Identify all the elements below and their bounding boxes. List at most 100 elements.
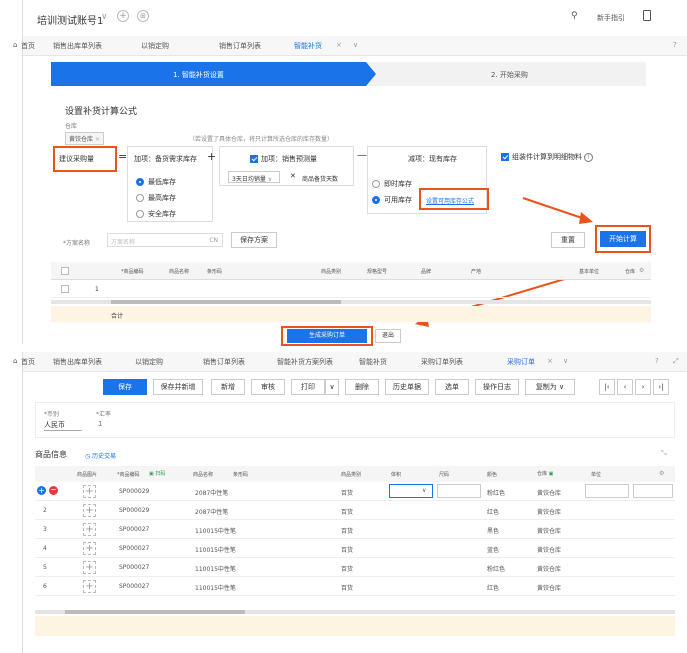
home-icon[interactable]: ⌂ bbox=[13, 357, 17, 365]
radio-max-stock[interactable]: 最高库存 bbox=[136, 193, 176, 203]
home-icon[interactable]: ⌂ bbox=[13, 41, 17, 49]
rate-value[interactable]: 1 bbox=[98, 420, 102, 428]
reset-button[interactable]: 重置 bbox=[551, 232, 585, 248]
select-source-button[interactable]: 选单 bbox=[435, 379, 469, 395]
first-page-icon[interactable]: |‹ bbox=[599, 379, 615, 395]
radio-icon[interactable] bbox=[136, 194, 144, 202]
checkbox-icon[interactable] bbox=[501, 153, 509, 161]
days-select[interactable]: 3天日均销量 ∨ bbox=[228, 171, 280, 183]
size-input[interactable] bbox=[437, 484, 481, 498]
info-icon[interactable]: ! bbox=[584, 152, 594, 162]
add-circle-icon[interactable]: + bbox=[117, 10, 129, 22]
save-scheme-button[interactable]: 保存方案 bbox=[231, 232, 277, 248]
chevron-down-icon[interactable]: ∨ bbox=[563, 357, 568, 365]
search-icon[interactable]: ⚲ bbox=[571, 11, 578, 21]
h-scrollbar[interactable] bbox=[35, 610, 675, 614]
cell-warehouse[interactable]: 黄饺仓库 bbox=[537, 507, 561, 516]
tab-smart-replenish[interactable]: 智能补货 bbox=[294, 41, 322, 51]
delete-button[interactable]: 删除 bbox=[345, 379, 379, 395]
tab-sales-out-list[interactable]: 销售出库单列表 bbox=[53, 357, 102, 367]
close-icon[interactable]: × bbox=[547, 357, 553, 365]
add-image-icon[interactable]: + bbox=[83, 485, 96, 498]
radio-min-stock[interactable]: 最低库存 bbox=[136, 177, 176, 187]
add-image-icon[interactable]: + bbox=[83, 523, 96, 536]
chevron-down-icon[interactable]: ∨ bbox=[353, 41, 358, 49]
scheme-name-input[interactable]: 方案名称 CN bbox=[107, 233, 223, 247]
chevron-down-icon[interactable]: ∨ bbox=[101, 12, 108, 22]
radio-icon[interactable] bbox=[136, 210, 144, 218]
prev-page-icon[interactable]: ‹ bbox=[617, 379, 633, 395]
save-button[interactable]: 保存 bbox=[103, 379, 147, 395]
audit-button[interactable]: 审核 bbox=[251, 379, 285, 395]
tab-po-list[interactable]: 采购订单列表 bbox=[421, 357, 463, 367]
table-row[interactable]: 5 + SP000027 110015中性笔 百货 粉红色 黄饺仓库 bbox=[35, 558, 675, 577]
tab-sales-out-list[interactable]: 销售出库单列表 bbox=[53, 41, 102, 51]
help-icon[interactable]: ? bbox=[673, 41, 677, 49]
scrollbar-thumb[interactable] bbox=[111, 300, 341, 304]
print-button[interactable]: 打印 bbox=[291, 379, 325, 395]
close-icon[interactable]: × bbox=[336, 41, 342, 49]
tab-sales-order-list[interactable]: 销售订单列表 bbox=[219, 41, 261, 51]
print-dropdown[interactable]: ∨ bbox=[325, 379, 339, 395]
volume-select[interactable]: ∨ bbox=[389, 484, 433, 498]
cell-code[interactable]: SP000027 bbox=[119, 545, 149, 552]
last-page-icon[interactable]: ›| bbox=[653, 379, 669, 395]
extra-input[interactable] bbox=[633, 484, 673, 498]
generate-po-button[interactable]: 生成采购订单 bbox=[287, 329, 367, 343]
phone-icon[interactable] bbox=[643, 10, 651, 21]
tab-replenish-scheme-list[interactable]: 智能补货方案列表 bbox=[277, 357, 333, 367]
tab-home[interactable]: 首页 bbox=[21, 357, 35, 367]
table-row[interactable]: 6 + SP000027 110015中性笔 百货 红色 黄饺仓库 bbox=[35, 577, 675, 596]
account-name[interactable]: 培训测试账号1 bbox=[37, 12, 103, 27]
warehouse-tag[interactable]: 黄饺仓库 × bbox=[65, 132, 104, 145]
gear-icon[interactable]: ⚙ bbox=[639, 267, 644, 274]
next-page-icon[interactable]: › bbox=[635, 379, 651, 395]
cell-warehouse[interactable]: 黄饺仓库 bbox=[537, 545, 561, 554]
close-icon[interactable]: × bbox=[95, 136, 100, 143]
tab-sales-to-purchase[interactable]: 以销定购 bbox=[141, 41, 169, 51]
start-calc-button[interactable]: 开始计算 bbox=[600, 231, 646, 247]
unit-input[interactable] bbox=[585, 484, 629, 498]
tab-home[interactable]: 首页 bbox=[21, 41, 35, 51]
oplog-button[interactable]: 操作日志 bbox=[475, 379, 519, 395]
help-icon[interactable]: ? bbox=[655, 357, 659, 365]
edit-icon[interactable]: ▣ bbox=[549, 471, 554, 477]
scan-link[interactable]: ▣ 扫码 bbox=[149, 470, 165, 477]
cell-warehouse[interactable]: 黄饺仓库 bbox=[537, 488, 561, 497]
add-row-icon[interactable]: + bbox=[37, 486, 46, 495]
combo-checkbox[interactable]: 组装件计算到明细物料 ! bbox=[501, 152, 594, 162]
cell-code[interactable]: SP000029 bbox=[119, 507, 149, 514]
tab-smart-replenish[interactable]: 智能补货 bbox=[359, 357, 387, 367]
expand-icon[interactable]: ⤢ bbox=[673, 357, 679, 366]
cell-code[interactable]: SP000029 bbox=[119, 488, 149, 495]
cell-warehouse[interactable]: 黄饺仓库 bbox=[537, 583, 561, 592]
table-row[interactable]: 2 + SP000029 2087中性笔 百货 红色 黄饺仓库 bbox=[35, 501, 675, 520]
copy-as-button[interactable]: 复制为 ∨ bbox=[525, 379, 575, 395]
history-button[interactable]: 历史单据 bbox=[385, 379, 429, 395]
table-row[interactable]: + − + SP000029 2087中性笔 百货 ∨ 粉红色 黄饺仓库 bbox=[35, 482, 675, 501]
tab-purchase-order[interactable]: 采购订单 bbox=[507, 357, 535, 367]
add-image-icon[interactable]: + bbox=[83, 504, 96, 517]
row-checkbox[interactable] bbox=[61, 285, 69, 293]
table-row[interactable]: 3 + SP000027 110015中性笔 百货 黑色 黄饺仓库 bbox=[35, 520, 675, 539]
help-link[interactable]: 新手指引 bbox=[597, 13, 625, 23]
checkbox-icon[interactable] bbox=[250, 155, 258, 163]
h-scrollbar[interactable] bbox=[51, 300, 651, 304]
save-new-button[interactable]: 保存并新增 bbox=[153, 379, 203, 395]
cell-code[interactable]: SP000027 bbox=[119, 564, 149, 571]
expand-icon[interactable]: ⤡ bbox=[661, 449, 667, 458]
add-image-icon[interactable]: + bbox=[83, 561, 96, 574]
radio-icon[interactable] bbox=[136, 178, 144, 186]
tab-sales-order-list[interactable]: 销售订单列表 bbox=[203, 357, 245, 367]
cell-warehouse[interactable]: 黄饺仓库 bbox=[537, 564, 561, 573]
new-button[interactable]: 新增 bbox=[211, 379, 245, 395]
tab-sales-to-purchase[interactable]: 以销定购 bbox=[135, 357, 163, 367]
exit-button[interactable]: 退出 bbox=[375, 329, 401, 343]
add-forecast-checkbox[interactable]: 加项：销售预测量 bbox=[250, 154, 317, 164]
cell-code[interactable]: SP000027 bbox=[119, 583, 149, 590]
cell-warehouse[interactable]: 黄饺仓库 bbox=[537, 526, 561, 535]
cell-code[interactable]: SP000027 bbox=[119, 526, 149, 533]
grid-icon[interactable]: ⊞ bbox=[137, 10, 149, 22]
table-row[interactable]: 4 + SP000027 110015中性笔 百货 蓝色 黄饺仓库 bbox=[35, 539, 675, 558]
remove-row-icon[interactable]: − bbox=[49, 486, 58, 495]
